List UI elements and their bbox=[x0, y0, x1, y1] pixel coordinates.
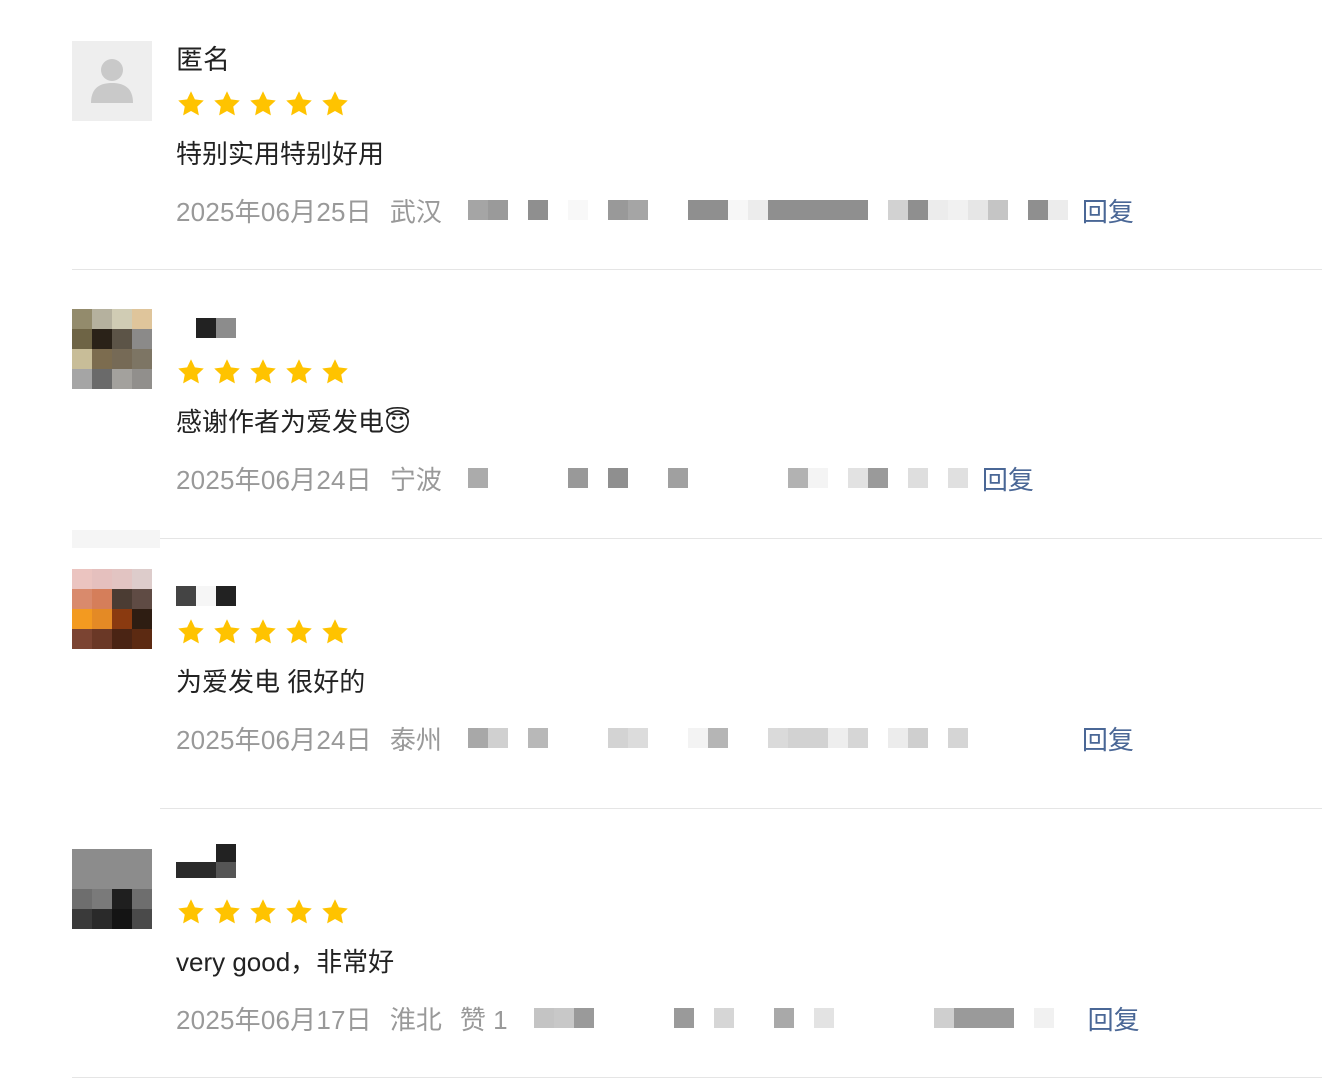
redacted-strip bbox=[467, 718, 1068, 758]
divider bbox=[160, 808, 1322, 809]
star-icon bbox=[178, 91, 204, 116]
commenter-name[interactable] bbox=[176, 581, 236, 611]
star-icon bbox=[178, 359, 204, 384]
redacted-strip bbox=[533, 998, 1074, 1038]
redacted-strip bbox=[467, 190, 1068, 230]
user-silhouette-icon bbox=[91, 59, 133, 103]
star-icon bbox=[250, 91, 276, 116]
star-icon bbox=[286, 91, 312, 116]
comment-meta: 2025年06月24日 宁波 回复 bbox=[176, 460, 1034, 496]
comment-meta: 2025年06月25日 武汉 回复 bbox=[176, 192, 1134, 228]
star-icon bbox=[322, 359, 348, 384]
comment-text: 感谢作者为爱发电😇 bbox=[176, 407, 412, 437]
divider bbox=[160, 538, 1322, 539]
star-icon bbox=[322, 619, 348, 644]
divider bbox=[72, 1077, 1322, 1078]
star-icon bbox=[178, 619, 204, 644]
comment-meta: 2025年06月17日 淮北 赞 1 回复 bbox=[176, 1000, 1140, 1036]
avatar[interactable] bbox=[72, 569, 152, 649]
star-icon bbox=[286, 359, 312, 384]
comment-location: 泰州 bbox=[389, 724, 442, 755]
star-icon bbox=[322, 899, 348, 924]
comment-text: very good，非常好 bbox=[176, 947, 395, 977]
rating-stars bbox=[176, 897, 350, 927]
star-icon bbox=[286, 899, 312, 924]
star-icon bbox=[250, 899, 276, 924]
comment-meta: 2025年06月24日 泰州 回复 bbox=[176, 720, 1134, 756]
avatar[interactable] bbox=[72, 849, 152, 929]
redacted-strip bbox=[467, 458, 968, 498]
divider bbox=[72, 530, 160, 548]
comment-location: 宁波 bbox=[389, 464, 442, 495]
reply-button[interactable]: 回复 bbox=[1082, 192, 1134, 229]
comment-location: 武汉 bbox=[389, 196, 442, 227]
star-icon bbox=[250, 619, 276, 644]
like-count[interactable]: 赞 1 bbox=[460, 1000, 508, 1037]
commenter-name[interactable] bbox=[176, 844, 236, 878]
commenter-name[interactable]: 匿名 bbox=[176, 45, 230, 75]
reply-button[interactable]: 回复 bbox=[1082, 720, 1134, 757]
rating-stars bbox=[176, 617, 350, 647]
star-icon bbox=[214, 899, 240, 924]
reply-button[interactable]: 回复 bbox=[1088, 1000, 1140, 1037]
divider bbox=[72, 269, 1322, 270]
rating-stars bbox=[176, 357, 350, 387]
star-icon bbox=[214, 91, 240, 116]
reply-button[interactable]: 回复 bbox=[982, 460, 1034, 497]
avatar[interactable] bbox=[72, 41, 152, 121]
comment-text: 特别实用特别好用 bbox=[176, 139, 385, 169]
comment-date: 2025年06月24日 bbox=[176, 724, 372, 755]
star-icon bbox=[178, 899, 204, 924]
comment-date: 2025年06月17日 bbox=[176, 1004, 372, 1035]
star-icon bbox=[250, 359, 276, 384]
star-icon bbox=[214, 359, 240, 384]
star-icon bbox=[322, 91, 348, 116]
rating-stars bbox=[176, 89, 350, 119]
avatar[interactable] bbox=[72, 309, 152, 389]
comment-text: 为爱发电 很好的 bbox=[176, 667, 366, 697]
commenter-name[interactable] bbox=[176, 313, 236, 343]
star-icon bbox=[286, 619, 312, 644]
comment-date: 2025年06月24日 bbox=[176, 464, 372, 495]
comment-location: 淮北 bbox=[389, 1004, 442, 1035]
comment-date: 2025年06月25日 bbox=[176, 196, 372, 227]
star-icon bbox=[214, 619, 240, 644]
